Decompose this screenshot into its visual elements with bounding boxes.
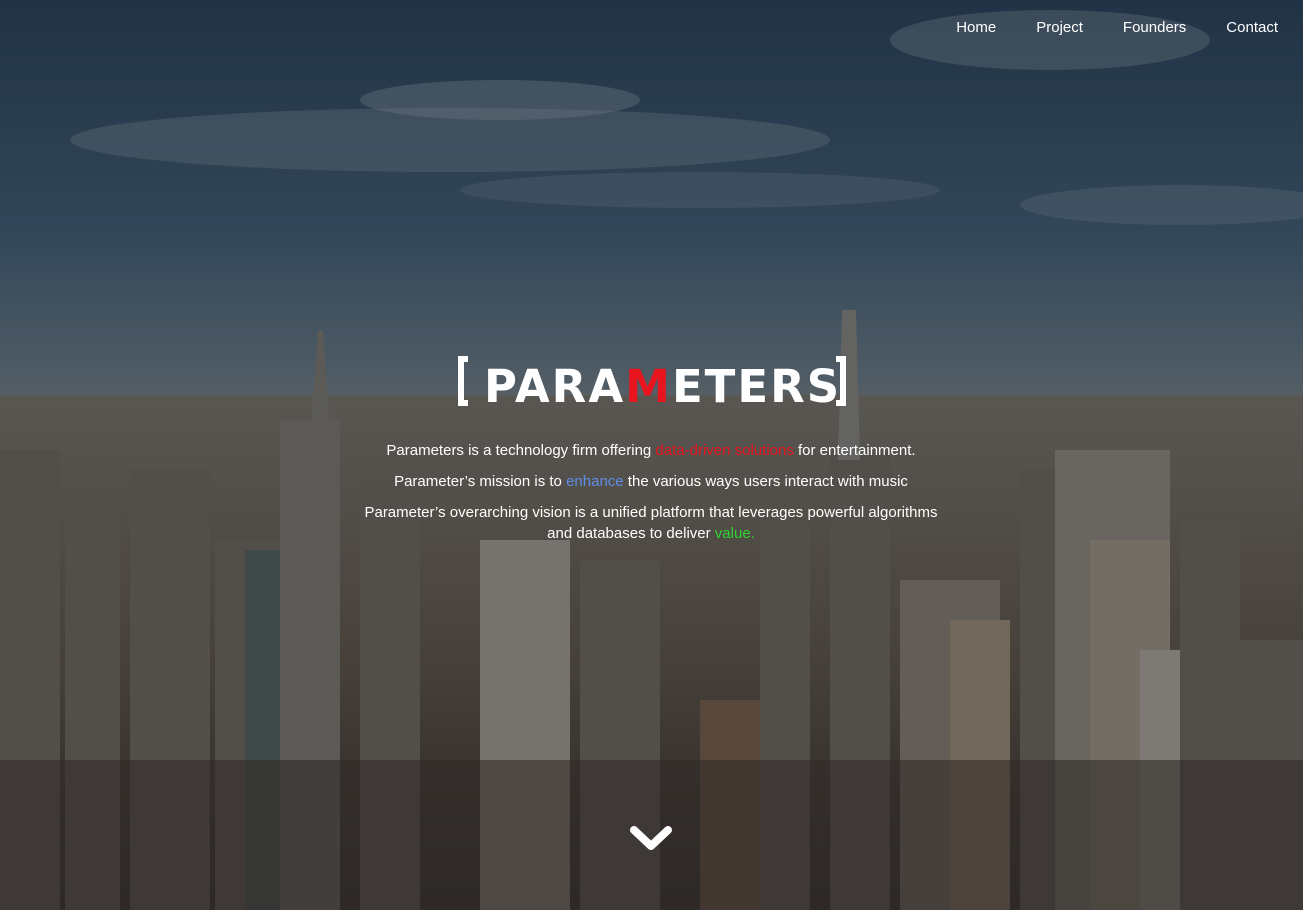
nav-contact[interactable]: Contact [1226, 18, 1278, 38]
main-nav: Home Project Founders Contact [956, 18, 1278, 38]
intro-line-offering: Parameters is a technology firm offering… [351, 440, 951, 461]
intro-line3-before: Parameter’s overarching vision is a unif… [364, 504, 938, 542]
logo-text-before: PARA [484, 360, 626, 413]
logo-text-accent: M [625, 360, 672, 413]
parameters-logo: PARAMETERS [456, 350, 848, 430]
nav-founders[interactable]: Founders [1123, 18, 1186, 38]
intro-line2-highlight: enhance [566, 473, 624, 490]
intro-line2-after: the various ways users interact with mus… [623, 473, 908, 490]
intro-line2-before: Parameter’s mission is to [394, 473, 567, 490]
nav-home[interactable]: Home [956, 18, 996, 38]
logo-bracket-right [836, 356, 846, 406]
logo-bracket-left [458, 356, 468, 406]
logo-wordmark: PARAMETERS [484, 359, 841, 415]
intro-line1-highlight: data-driven solutions [655, 442, 794, 459]
intro-line3-highlight: value. [714, 525, 755, 542]
intro-copy: Parameters is a technology firm offering… [351, 440, 951, 554]
hero-section: Home Project Founders Contact PARAMETERS… [0, 0, 1303, 910]
intro-line1-before: Parameters is a technology firm offering [386, 442, 656, 459]
chevron-down-icon [630, 826, 672, 850]
scroll-down-button[interactable] [626, 820, 676, 860]
nav-project[interactable]: Project [1036, 18, 1083, 38]
logo-text-after: ETERS [671, 360, 842, 413]
intro-line-vision: Parameter’s overarching vision is a unif… [351, 502, 951, 544]
intro-line1-after: for entertainment. [793, 442, 916, 459]
intro-line-mission: Parameter’s mission is to enhance the va… [351, 471, 951, 492]
